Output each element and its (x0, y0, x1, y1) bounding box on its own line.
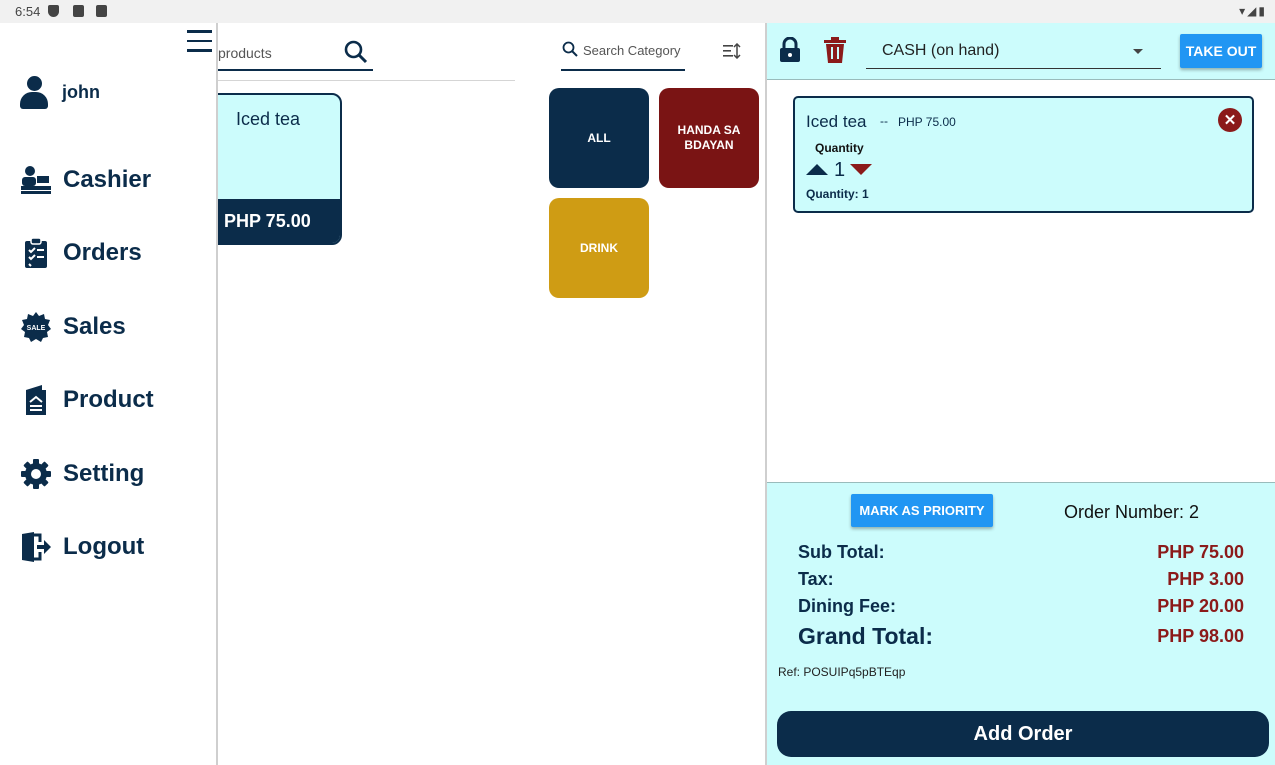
category-handa-sa-bdayan[interactable]: HANDA SA BDAYAN (659, 88, 759, 188)
sub-total-value: PHP 75.00 (1157, 542, 1244, 562)
nav-label-logout: Logout (63, 533, 145, 560)
order-number: Order Number: 2 (1064, 502, 1200, 522)
nav-item-setting[interactable]: Setting (20, 454, 144, 494)
order-panel: CASH (on hand) TAKE OUT Iced tea -- PHP … (765, 23, 1275, 765)
signal-battery-icon: ▾◢▮ (1239, 4, 1267, 18)
product-search[interactable]: products (218, 37, 373, 71)
payment-method-value: CASH (on hand) (882, 42, 1000, 59)
decrease-quantity-icon[interactable] (850, 164, 872, 175)
dining-fee-label: Dining Fee: (798, 596, 896, 616)
gear-icon (20, 458, 52, 490)
category-search-placeholder: Search Category (583, 43, 681, 58)
user-name: john (62, 82, 100, 102)
order-item-separator: -- (880, 114, 888, 128)
product-name: Iced tea (236, 109, 301, 129)
product-icon (20, 384, 52, 416)
trash-icon[interactable] (823, 37, 847, 68)
order-item-card: Iced tea -- PHP 75.00 ✕ Quantity 1 Quant… (793, 96, 1254, 213)
sd-card-status-icon (73, 5, 84, 17)
svg-text:SALE: SALE (27, 325, 46, 332)
quantity-summary: Quantity: 1 (806, 187, 869, 201)
status-time: 6:54 (15, 4, 41, 19)
tax-label: Tax: (798, 569, 834, 589)
take-out-button[interactable]: TAKE OUT (1180, 34, 1262, 68)
product-panel: products Iced tea PHP 75.00 Search Categ… (208, 23, 765, 765)
chevron-down-icon (1133, 49, 1143, 54)
quantity-label: Quantity (815, 141, 864, 155)
quantity-value: 1 (834, 159, 846, 181)
grand-total-value: PHP 98.00 (1157, 626, 1244, 646)
font-status-icon (96, 5, 107, 17)
clipboard-check-icon (20, 237, 52, 269)
nav-label-setting: Setting (63, 460, 145, 487)
payment-method-select[interactable]: CASH (on hand) (866, 35, 1161, 69)
order-header: CASH (on hand) TAKE OUT (767, 23, 1275, 80)
dining-fee-value: PHP 20.00 (1157, 596, 1244, 616)
category-drink[interactable]: DRINK (549, 198, 649, 298)
nav-label-product: Product (63, 386, 154, 413)
nav-item-cashier[interactable]: Cashier (20, 160, 151, 200)
nav-item-logout[interactable]: Logout (20, 527, 144, 567)
dining-fee-row: Dining Fee: PHP 20.00 (798, 596, 1244, 617)
sub-total-row: Sub Total: PHP 75.00 (798, 542, 1244, 563)
product-search-placeholder: products (218, 45, 272, 61)
nav-item-orders[interactable]: Orders (20, 233, 142, 273)
search-icon (562, 41, 578, 62)
category-label: DRINK (580, 240, 618, 255)
navigation-drawer: john Cashier Orders SALE Sales Product S… (0, 23, 218, 765)
category-label: ALL (587, 130, 611, 145)
status-bar: 6:54 ▾◢▮ (0, 0, 1275, 23)
mark-as-priority-button[interactable]: MARK AS PRIORITY (851, 494, 993, 527)
increase-quantity-icon[interactable] (806, 164, 828, 175)
reference-code: Ref: POSUIPq5pBTEqp (778, 665, 906, 679)
nav-label-orders: Orders (63, 239, 142, 266)
cashier-icon (20, 164, 52, 196)
product-price: PHP 75.00 (210, 199, 340, 243)
nav-item-product[interactable]: Product (20, 380, 154, 420)
logout-icon (20, 531, 52, 563)
product-card[interactable]: Iced tea PHP 75.00 (208, 93, 342, 245)
sort-icon[interactable] (723, 42, 741, 64)
remove-item-icon[interactable]: ✕ (1218, 108, 1242, 132)
user-avatar-icon (20, 76, 48, 109)
order-item-name: Iced tea (806, 112, 867, 131)
divider (218, 80, 515, 81)
nav-label-sales: Sales (63, 313, 126, 340)
tax-row: Tax: PHP 3.00 (798, 569, 1244, 590)
lock-icon[interactable] (779, 36, 801, 68)
shield-status-icon (48, 5, 59, 17)
user-profile: john (20, 76, 100, 109)
sub-total-label: Sub Total: (798, 542, 885, 562)
order-summary: MARK AS PRIORITY Order Number: 2 Sub Tot… (767, 482, 1275, 765)
order-item-price: PHP 75.00 (898, 115, 956, 129)
sale-badge-icon: SALE (20, 311, 52, 343)
menu-icon[interactable] (187, 30, 212, 52)
search-icon[interactable] (343, 39, 369, 70)
category-all[interactable]: ALL (549, 88, 649, 188)
add-order-button[interactable]: Add Order (777, 711, 1269, 757)
tax-value: PHP 3.00 (1167, 569, 1244, 589)
nav-item-sales[interactable]: SALE Sales (20, 307, 126, 347)
category-label: HANDA SA BDAYAN (677, 123, 741, 152)
nav-label-cashier: Cashier (63, 166, 152, 193)
grand-total-row: Grand Total: PHP 98.00 (798, 623, 1244, 650)
grand-total-label: Grand Total: (798, 623, 934, 649)
category-search[interactable]: Search Category (561, 37, 685, 71)
